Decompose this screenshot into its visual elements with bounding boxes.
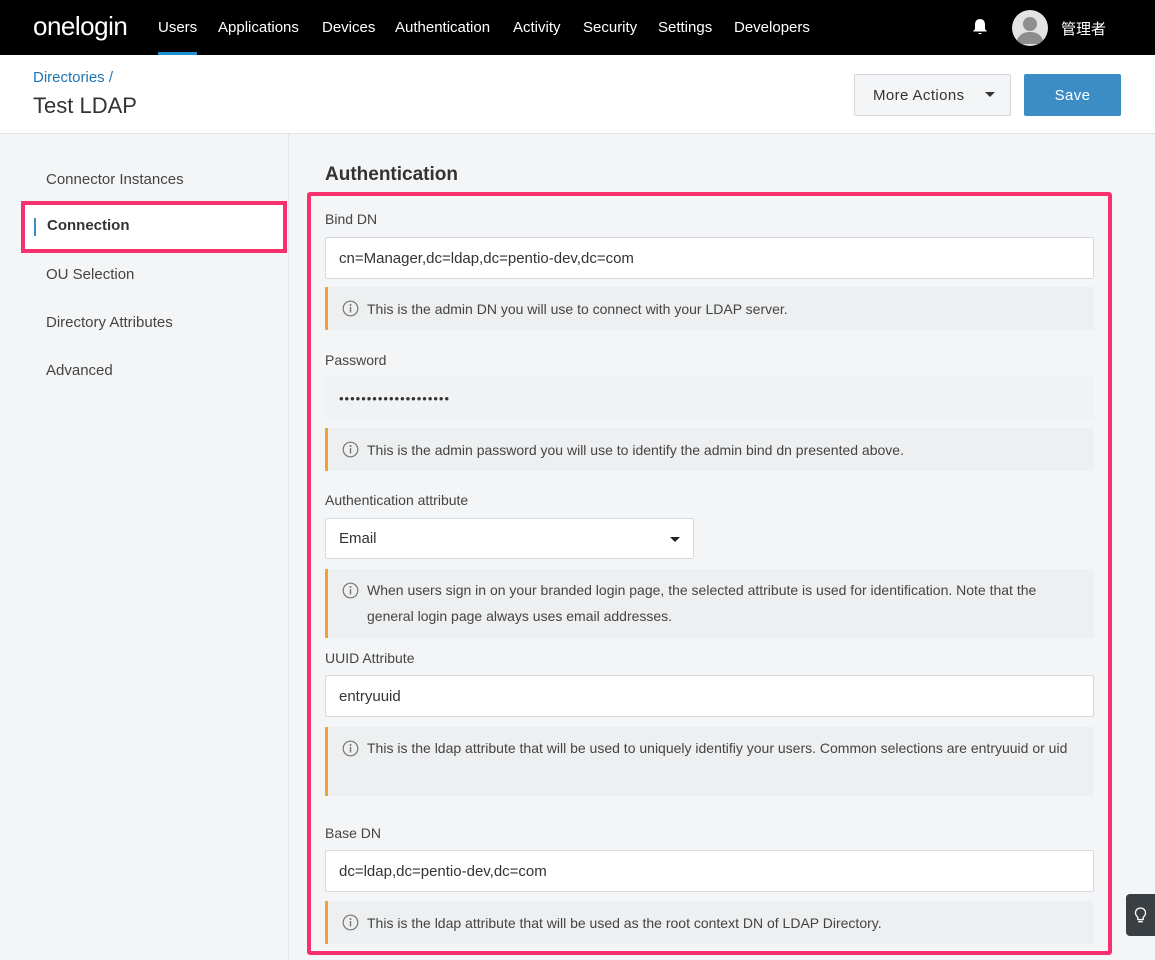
page-header: Directories / Test LDAP More Actions Sav… (0, 55, 1155, 134)
save-button[interactable]: Save (1024, 74, 1121, 116)
bell-icon[interactable] (971, 17, 989, 37)
breadcrumb-directories[interactable]: Directories / (33, 69, 113, 86)
user-name[interactable]: 管理者 (1061, 18, 1106, 39)
caret-down-icon (985, 92, 995, 97)
more-actions-label: More Actions (873, 86, 965, 104)
base-dn-hint-text: This is the ldap attribute that will be … (367, 915, 882, 931)
active-indicator (34, 218, 36, 236)
section-title: Authentication (325, 164, 458, 185)
onelogin-logo[interactable]: onelogin (33, 11, 128, 42)
nav-devices[interactable]: Devices (322, 19, 375, 55)
nav-developers[interactable]: Developers (734, 19, 810, 55)
info-icon (342, 300, 359, 317)
auth-attribute-select[interactable]: Email (325, 518, 694, 559)
uuid-attribute-hint-text: This is the ldap attribute that will be … (367, 740, 1068, 756)
password-hint: This is the admin password you will use … (325, 428, 1094, 471)
sidebar: Connector Instances Connection OU Select… (0, 134, 289, 960)
sidebar-item-ou-selection[interactable]: OU Selection (46, 266, 134, 283)
top-nav-bar: onelogin Users Applications Devices Auth… (0, 0, 1155, 55)
nav-security[interactable]: Security (583, 19, 637, 55)
nav-users[interactable]: Users (158, 19, 198, 55)
more-actions-button[interactable]: More Actions (854, 74, 1011, 116)
nav-authentication[interactable]: Authentication (395, 19, 490, 55)
bind-dn-hint-text: This is the admin DN you will use to con… (367, 301, 788, 317)
help-tab[interactable] (1126, 894, 1155, 936)
nav-applications[interactable]: Applications (218, 19, 299, 55)
user-avatar[interactable] (1012, 10, 1048, 46)
base-dn-label: Base DN (325, 825, 382, 841)
password-input[interactable] (325, 377, 1094, 419)
uuid-attribute-input[interactable] (325, 675, 1094, 717)
bind-dn-label: Bind DN (325, 211, 378, 227)
bind-dn-hint: This is the admin DN you will use to con… (325, 287, 1094, 330)
info-icon (342, 740, 359, 757)
auth-attribute-label: Authentication attribute (325, 492, 469, 508)
sidebar-item-connector-instances[interactable]: Connector Instances (46, 171, 184, 188)
sidebar-item-label: Connection (47, 217, 130, 234)
uuid-attribute-hint: This is the ldap attribute that will be … (325, 727, 1094, 796)
caret-down-icon (670, 537, 680, 542)
auth-attribute-value: Email (339, 530, 377, 547)
page-title: Test LDAP (33, 93, 137, 118)
info-icon (342, 582, 359, 599)
uuid-attribute-label: UUID Attribute (325, 650, 415, 666)
info-icon (342, 914, 359, 931)
auth-attribute-hint: When users sign in on your branded login… (325, 569, 1094, 638)
lightbulb-icon (1134, 907, 1147, 923)
base-dn-hint: This is the ldap attribute that will be … (325, 901, 1094, 944)
nav-activity[interactable]: Activity (513, 19, 561, 55)
password-label: Password (325, 352, 387, 368)
bind-dn-input[interactable] (325, 237, 1094, 279)
user-silhouette-icon (1016, 17, 1044, 44)
nav-settings[interactable]: Settings (658, 19, 712, 55)
sidebar-item-advanced[interactable]: Advanced (46, 362, 113, 379)
sidebar-item-directory-attributes[interactable]: Directory Attributes (46, 314, 173, 331)
base-dn-input[interactable] (325, 850, 1094, 892)
sidebar-item-connection[interactable]: Connection (21, 201, 287, 253)
info-icon (342, 441, 359, 458)
password-hint-text: This is the admin password you will use … (367, 442, 904, 458)
auth-attribute-hint-text: When users sign in on your branded login… (367, 582, 1037, 624)
